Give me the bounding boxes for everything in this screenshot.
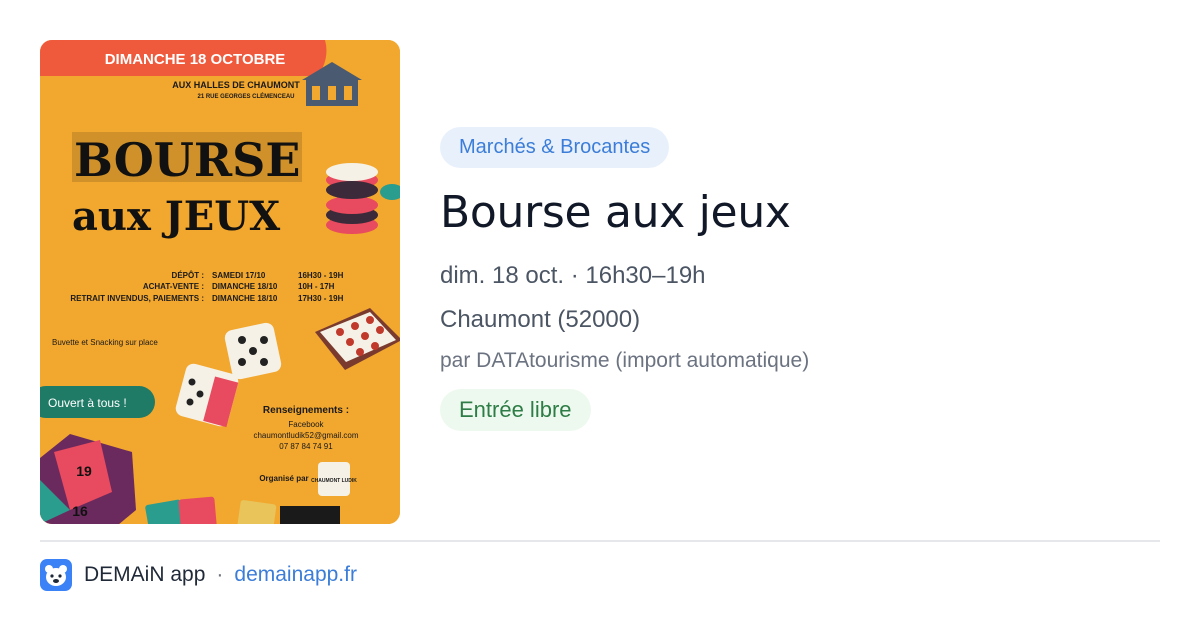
poster-info-facebook: Facebook xyxy=(288,420,324,429)
footer-divider xyxy=(40,540,1160,542)
event-datetime: dim. 18 oct. · 16h30–19h xyxy=(440,262,706,289)
footer: DEMAiN app · demainapp.fr xyxy=(40,558,357,592)
app-name: DEMAiN app xyxy=(84,563,206,586)
schedule-time-2: 10H - 17H xyxy=(298,282,335,291)
bear-icon xyxy=(40,559,72,591)
svg-text:CHAUMONT LUDIK: CHAUMONT LUDIK xyxy=(311,478,357,484)
category-tag[interactable]: Marchés & Brocantes xyxy=(440,127,670,168)
poster-organized-by: Organisé par xyxy=(259,474,308,483)
schedule-day-3: DIMANCHE 18/10 xyxy=(212,294,278,303)
poster-title-line1: BOURSE xyxy=(74,133,300,187)
poster-buvette: Buvette et Snacking sur place xyxy=(52,338,158,347)
d20-number-top: 19 xyxy=(76,463,92,479)
schedule-day-2: DIMANCHE 18/10 xyxy=(212,282,278,291)
poster-info-phone: 07 87 84 74 91 xyxy=(279,442,333,451)
app-domain-link[interactable]: demainapp.fr xyxy=(234,563,357,587)
poster-title: BOURSE aux JEUX xyxy=(72,132,302,240)
price-badge: Entrée libre xyxy=(440,389,591,431)
poster-venue-line2: 21 RUE GEORGES CLÉMENCEAU xyxy=(197,92,294,100)
event-details: Marchés & Brocantes Bourse aux jeux dim.… xyxy=(440,127,1140,431)
poster-title-line2: aux JEUX xyxy=(72,193,280,240)
poster-open-badge-text: Ouvert à tous ! xyxy=(48,396,127,410)
poster-venue-line1: AUX HALLES DE CHAUMONT xyxy=(172,80,300,90)
footer-separator: · xyxy=(216,563,224,586)
white-die-icon xyxy=(224,322,282,380)
poster-info-heading: Renseignements : xyxy=(263,405,349,416)
schedule-label-3: RETRAIT INVENDUS, PAIEMENTS : xyxy=(70,294,204,303)
poster-artwork: DIMANCHE 18 OCTOBRE AUX HALLES DE CHAUMO… xyxy=(40,40,400,524)
poster-info-email: chaumontludik52@gmail.com xyxy=(253,431,358,440)
schedule-time-3: 17H30 - 19H xyxy=(298,294,344,303)
event-location: Chaumont (52000) xyxy=(440,306,641,333)
schedule-day-1: SAMEDI 17/10 xyxy=(212,271,266,280)
schedule-time-1: 16H30 - 19H xyxy=(298,271,344,280)
event-title: Bourse aux jeux xyxy=(440,187,791,238)
schedule-label-1: DÉPÔT : xyxy=(172,271,204,280)
event-organizer: par DATAtourisme (import automatique) xyxy=(440,349,810,372)
event-poster-image[interactable]: DIMANCHE 18 OCTOBRE AUX HALLES DE CHAUMO… xyxy=(40,40,400,524)
d20-number-bottom: 16 xyxy=(72,503,88,519)
schedule-label-2: ACHAT-VENTE : xyxy=(143,282,204,291)
poster-date-text: DIMANCHE 18 OCTOBRE xyxy=(105,51,286,68)
